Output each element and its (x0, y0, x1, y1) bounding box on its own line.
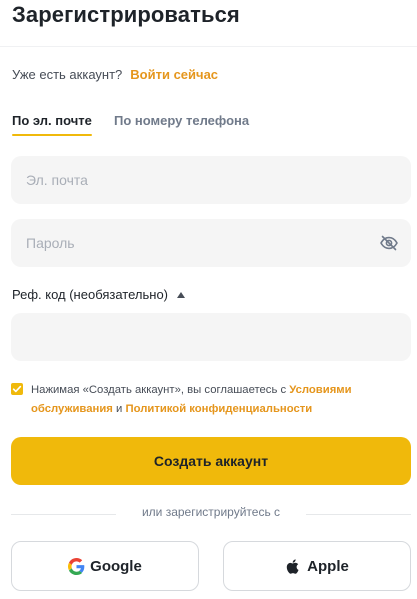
referral-field-container (11, 313, 411, 361)
signup-page: Зарегистрироваться Уже есть аккаунт? Войт… (0, 0, 417, 599)
referral-input[interactable] (11, 313, 411, 361)
terms-prefix: Нажимая «Создать аккаунт», вы соглашаете… (31, 384, 290, 396)
email-input[interactable] (11, 156, 411, 204)
eye-off-icon[interactable] (379, 233, 399, 253)
login-link[interactable]: Войти сейчас (130, 67, 218, 82)
divider-text: или зарегистрируйтесь с (141, 505, 281, 519)
google-signup-button[interactable]: Google (11, 541, 199, 591)
apple-label: Apple (307, 557, 349, 575)
referral-label: Реф. код (необязательно) (12, 287, 168, 302)
apple-icon (285, 558, 302, 575)
tab-phone[interactable]: По номеру телефона (114, 113, 249, 128)
login-prompt: Уже есть аккаунт? Войти сейчас (12, 67, 218, 82)
check-icon (12, 385, 22, 393)
social-divider: или зарегистрируйтесь с (11, 505, 411, 523)
google-label: Google (90, 557, 142, 575)
create-account-button[interactable]: Создать аккаунт (11, 437, 411, 485)
tab-email[interactable]: По эл. почте (12, 113, 92, 136)
divider-line-right (306, 514, 411, 515)
login-prompt-text: Уже есть аккаунт? (12, 67, 123, 82)
referral-toggle[interactable]: Реф. код (необязательно) (12, 287, 185, 302)
apple-signup-button[interactable]: Apple (223, 541, 411, 591)
email-field-container (11, 156, 411, 204)
header-divider (0, 46, 417, 47)
terms-checkbox[interactable] (11, 383, 23, 395)
page-title: Зарегистрироваться (12, 2, 240, 27)
password-input[interactable] (11, 219, 411, 267)
terms-conjunction: и (112, 403, 126, 415)
google-icon (68, 557, 85, 575)
caret-up-icon[interactable] (177, 291, 185, 298)
terms-text: Нажимая «Создать аккаунт», вы соглашаете… (31, 381, 391, 419)
password-field-container (11, 219, 411, 267)
privacy-policy-link[interactable]: Политикой конфиденциальности (125, 403, 312, 415)
